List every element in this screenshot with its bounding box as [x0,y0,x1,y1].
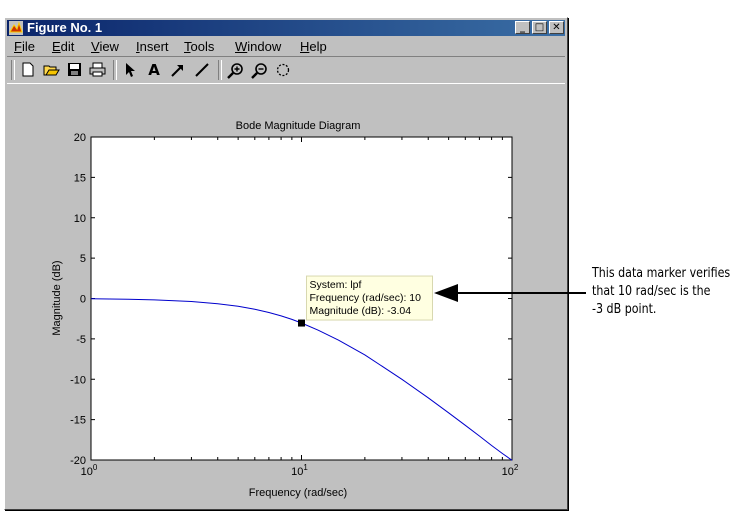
y-axis-label: Magnitude (dB) [51,260,63,335]
y-tick-label: 20 [74,132,86,144]
data-marker[interactable] [298,319,305,327]
chart-title: Bode Magnitude Diagram [236,120,361,132]
y-tick-label: 10 [74,213,86,225]
bode-magnitude-chart: Bode Magnitude Diagram Frequency (rad/se… [51,120,586,499]
annotation-text: This data marker verifies that 10 rad/se… [592,264,731,318]
y-tick-label: 15 [74,172,86,184]
datatip-line: Frequency (rad/sec): 10 [310,292,422,304]
annotation-line: This data marker verifies [592,265,731,281]
x-tick-label: 102 [502,463,519,478]
annotation-line: -3 dB point. [592,301,657,317]
datatip[interactable]: System: lpfFrequency (rad/sec): 10Magnit… [306,275,433,321]
y-tick-label: -10 [70,374,86,386]
y-tick-label: 0 [80,294,86,306]
annotation-line: that 10 rad/sec is the [592,283,711,299]
y-tick-label: -15 [70,415,86,427]
datatip-line: Magnitude (dB): -3.04 [310,305,412,317]
x-tick-label: 100 [81,463,98,478]
y-tick-label: 5 [80,253,86,265]
x-tick-label: 101 [291,463,308,478]
datatip-line: System: lpf [310,279,362,291]
y-tick-label: -5 [76,334,86,346]
x-axis-label: Frequency (rad/sec) [249,487,347,499]
